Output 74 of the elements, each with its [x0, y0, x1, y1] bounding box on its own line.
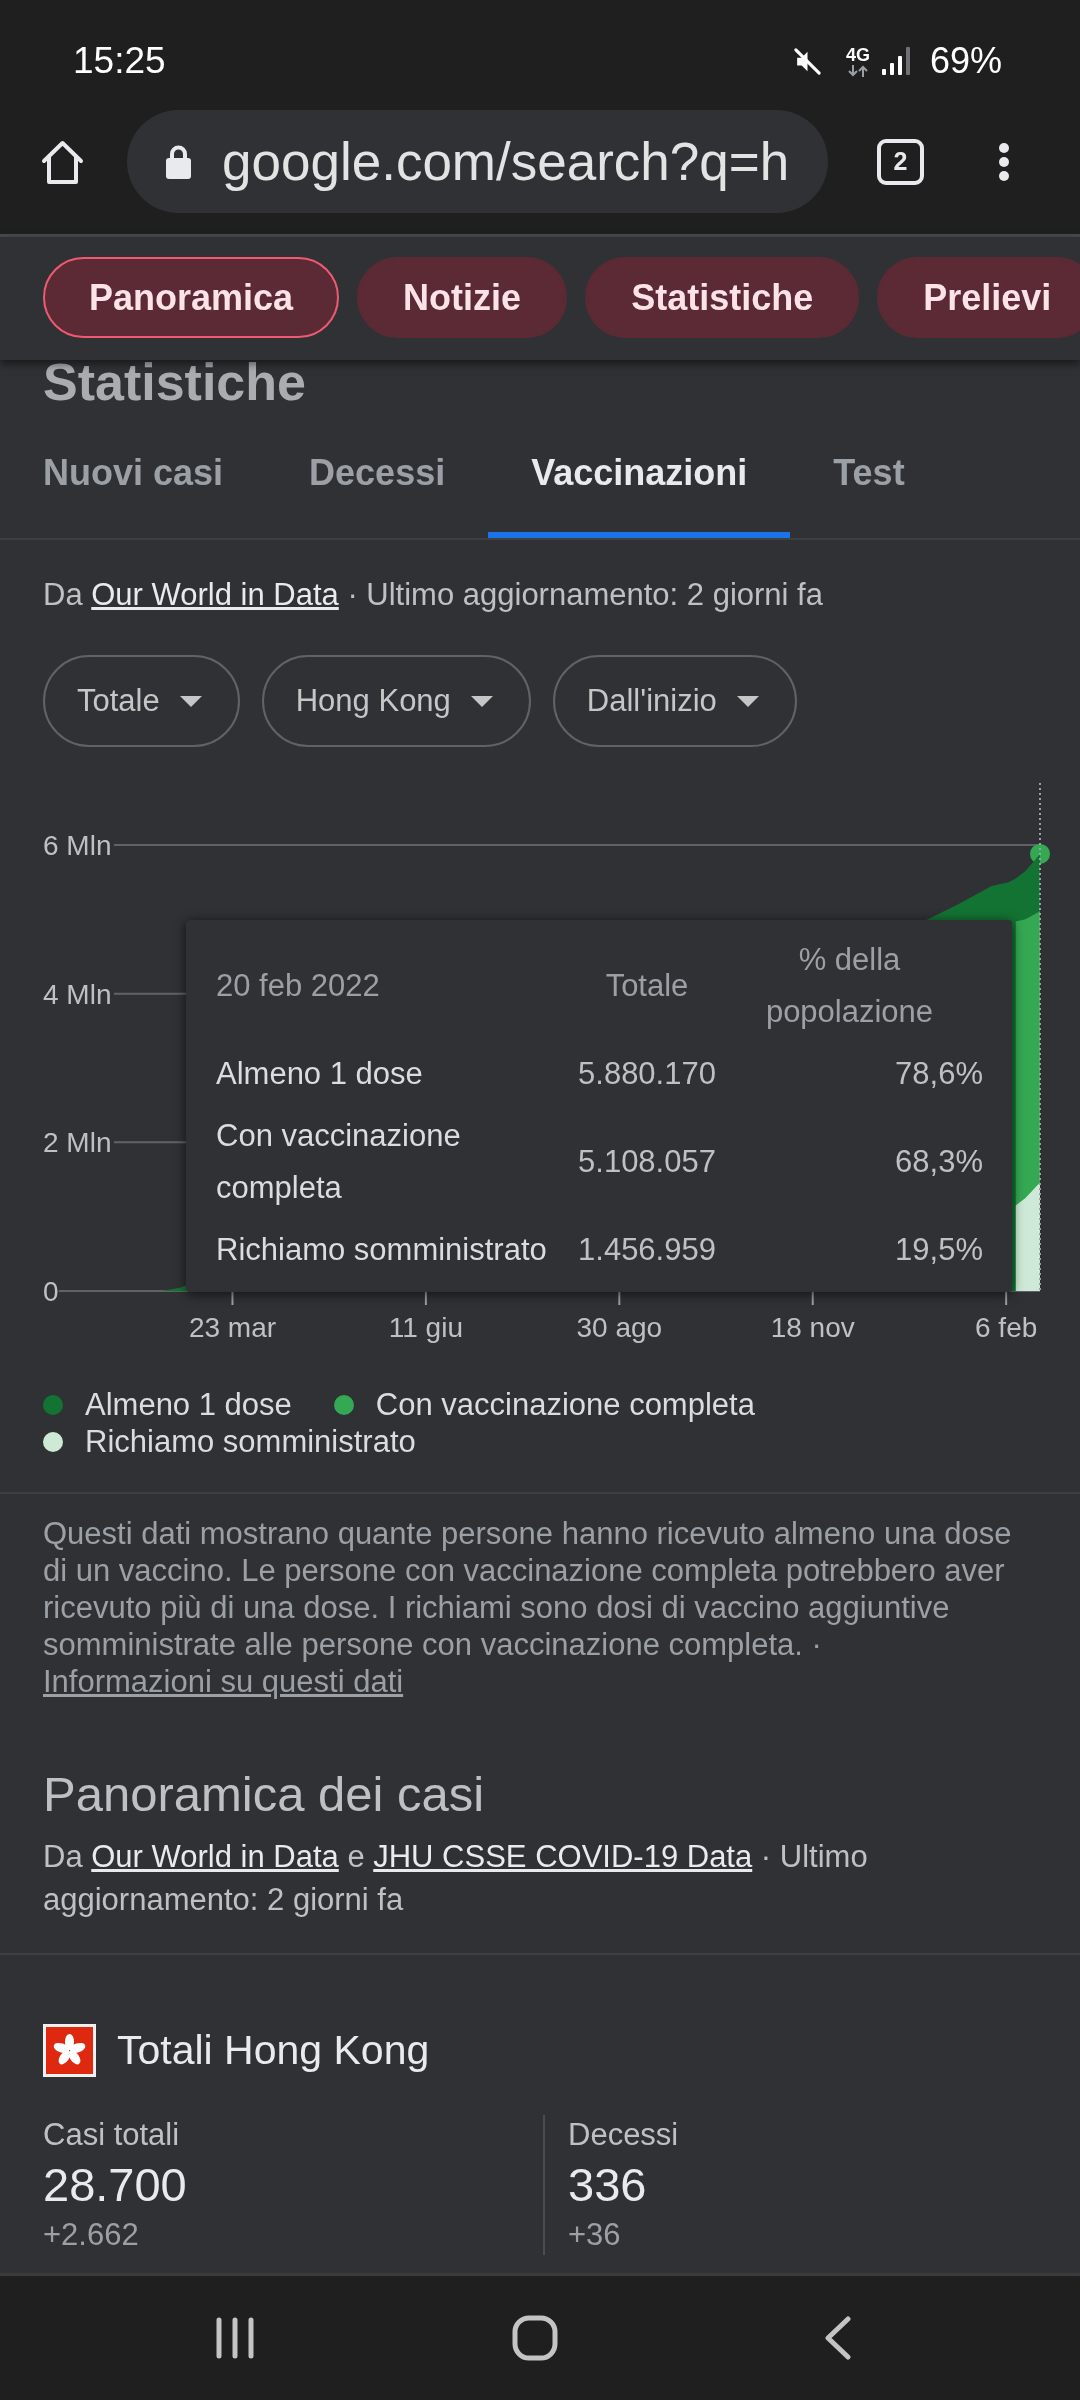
legend-label: Con vaccinazione completa — [375, 1386, 755, 1423]
row-label: Con vaccinazione completa — [216, 1117, 462, 1207]
axis-label: 11 giu — [388, 1312, 463, 1343]
section-heading: Panoramica dei casi — [43, 1766, 485, 1823]
table-cell-text: 78,6% — [894, 1055, 983, 1093]
axis-label: 0 — [43, 1276, 59, 1307]
row-label: Richiamo somministrato — [216, 1231, 548, 1269]
description-text: Questi dati mostrano quante persone hanno ricevuto almeno una dose di un vaccino. Le persone con vaccinazione completa potrebbero aver ricevuto più di una dose. I richiami sono dosi di vaccino aggiuntive somministrate alle persone con vaccinazione completa. · Informazioni su questi dati — [43, 1515, 1013, 1700]
battery-level: 69% — [929, 40, 1002, 82]
axis-label: 4 Mln — [43, 978, 112, 1010]
tab[interactable]: Vaccinazioni — [488, 408, 791, 538]
source-text: Da Our World in Data e JHU CSSE COVID-19 Data · Ultimo aggiornamento: 2 giorni fa — [43, 1838, 869, 1919]
tab[interactable]: Nuovi casi — [0, 408, 267, 538]
tab[interactable]: Decessi — [266, 408, 489, 538]
axis-label: 6 Mln — [43, 830, 112, 861]
back-icon[interactable] — [825, 2316, 851, 2360]
axis-tick — [424, 1290, 427, 1306]
row-label: Almeno 1 dose — [216, 1055, 424, 1093]
filter-dropdown[interactable]: Totale — [43, 655, 240, 747]
tab-switcher-button[interactable]: 2 — [877, 138, 924, 185]
axis-tick — [811, 1290, 814, 1306]
table-cell-text: 19,5% — [894, 1231, 983, 1269]
table-cell-text: 68,3% — [894, 1143, 983, 1181]
section-chip[interactable]: Notizie — [357, 257, 568, 338]
column-header: Totale — [604, 967, 690, 1005]
network-type-label: 4G — [845, 45, 870, 65]
table-cell-text: 1.456.959 — [578, 1231, 716, 1269]
section-heading: Statistiche — [43, 360, 306, 408]
flag-icon — [43, 2024, 96, 2077]
caret-icon — [736, 695, 759, 707]
source-link[interactable]: Our World in Data — [91, 577, 339, 612]
filter-dropdown[interactable]: Hong Kong — [261, 655, 531, 747]
menu-icon[interactable] — [997, 141, 1011, 182]
axis-label: 2 Mln — [43, 1127, 112, 1159]
axis-label: 23 mar — [188, 1312, 277, 1343]
legend-label: Almeno 1 dose — [85, 1386, 292, 1423]
axis-label: 6 feb — [975, 1312, 1038, 1343]
home-icon[interactable] — [41, 138, 84, 185]
status-time: 15:25 — [73, 40, 166, 82]
section-chip[interactable]: Panoramica — [43, 257, 340, 338]
table-cell-text: 5.108.057 — [578, 1143, 716, 1181]
signal-icon — [881, 47, 911, 75]
source-text: Da Our World in Data · Ultimo aggiornamento: 2 giorni fa — [43, 576, 824, 614]
stat-change: +2.662 — [43, 2216, 139, 2254]
stat-label: Casi totali — [43, 2116, 180, 2154]
axis-tick — [231, 1290, 234, 1306]
axis-label: 18 nov — [770, 1312, 855, 1343]
tab[interactable]: Test — [790, 408, 948, 538]
caret-icon — [179, 695, 202, 707]
lock-icon — [164, 143, 193, 180]
source-link[interactable]: Our World in Data — [91, 1839, 339, 1874]
section-chip[interactable]: Statistiche — [585, 257, 860, 338]
home-icon[interactable] — [512, 2315, 558, 2361]
source-link[interactable]: JHU CSSE COVID-19 Data — [373, 1839, 753, 1874]
recent-apps-icon[interactable] — [215, 2317, 255, 2359]
data-arrows-icon — [846, 64, 869, 77]
address-bar[interactable]: google.com/search?q=h — [127, 110, 828, 213]
axis-tick — [1005, 1290, 1008, 1306]
legend-label: Richiamo somministrato — [85, 1423, 416, 1460]
axis-label: 30 ago — [576, 1312, 663, 1343]
caret-icon — [470, 695, 493, 707]
region-title: Totali Hong Kong — [117, 2027, 430, 2074]
table-cell-text: 5.880.170 — [578, 1055, 716, 1093]
info-link[interactable]: Informazioni su questi dati — [43, 1664, 404, 1699]
stat-value: 336 — [568, 2157, 647, 2213]
stat-value: 28.700 — [43, 2157, 187, 2213]
column-header: % della popolazione — [764, 941, 935, 1031]
mute-icon — [791, 45, 823, 77]
stat-label: Decessi — [568, 2116, 679, 2154]
tooltip-date: 20 feb 2022 — [216, 967, 381, 1005]
section-chip[interactable]: Prelievi — [877, 257, 1080, 338]
filter-dropdown[interactable]: Dall'inizio — [552, 655, 797, 747]
axis-tick — [618, 1290, 621, 1306]
stat-change: +36 — [568, 2216, 621, 2254]
